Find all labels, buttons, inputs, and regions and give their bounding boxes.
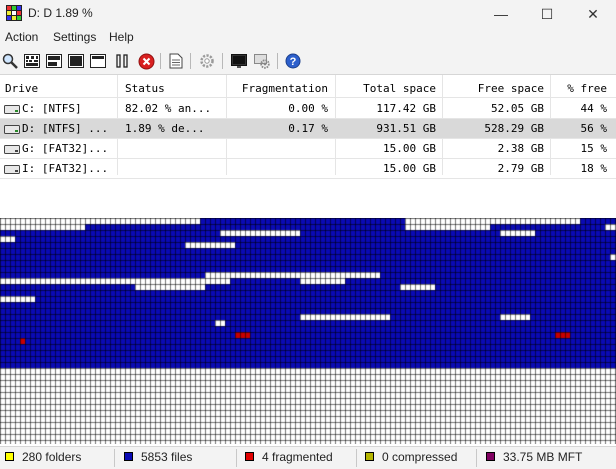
percent-free-cell: 15 %	[580, 142, 608, 155]
window-title: D: D 1.89 %	[28, 6, 93, 20]
menu-settings[interactable]: Settings	[53, 30, 96, 44]
status-folders: 280 folders	[5, 450, 81, 466]
column-header-percent-free[interactable]: % free	[567, 82, 607, 95]
status-cell: 1.89 % de...	[125, 122, 205, 135]
drive-table: Drive Status Fragmentation Total space F…	[0, 75, 616, 218]
compressed-legend-swatch	[365, 452, 374, 462]
column-header-free-space[interactable]: Free space	[478, 82, 544, 95]
hard-drive-icon	[4, 124, 20, 134]
status-folders-label: 280 folders	[22, 450, 82, 464]
quick-optimization-icon[interactable]	[44, 51, 64, 71]
column-header-status[interactable]: Status	[125, 82, 165, 95]
column-header-drive[interactable]: Drive	[5, 82, 38, 95]
free-space-cell: 2.38 GB	[497, 142, 544, 155]
status-cell: 82.02 % an...	[125, 102, 212, 115]
table-row[interactable]: I: [FAT32]... 15.00 GB 2.79 GB 18 %	[0, 159, 616, 178]
table-row-selected[interactable]: D: [NTFS] ... 1.89 % de... 0.17 % 931.51…	[0, 119, 616, 138]
toolbar-separator	[190, 53, 191, 69]
menu-help[interactable]: Help	[109, 30, 134, 44]
fragmented-legend-swatch	[245, 452, 254, 462]
free-space-cell: 52.05 GB	[491, 102, 544, 115]
percent-free-cell: 18 %	[580, 162, 608, 175]
drive-cell: D: [NTFS] ...	[4, 122, 108, 135]
drive-cell: C: [NTFS]	[4, 102, 82, 115]
folders-legend-swatch	[5, 452, 14, 462]
stop-icon[interactable]	[136, 51, 156, 71]
svg-text:?: ?	[290, 56, 297, 68]
boot-time-settings-icon[interactable]	[252, 51, 272, 71]
menu-action[interactable]: Action	[5, 30, 38, 44]
app-icon	[6, 5, 22, 21]
cluster-map-canvas	[0, 218, 616, 444]
settings-icon[interactable]	[197, 51, 217, 71]
analyze-icon[interactable]	[0, 51, 20, 71]
total-space-cell: 117.42 GB	[376, 102, 436, 115]
status-compressed: 0 compressed	[365, 450, 457, 466]
percent-free-cell: 56 %	[580, 122, 608, 135]
drive-name: G: [FAT32]...	[22, 142, 109, 155]
mft-optimization-icon[interactable]	[88, 51, 108, 71]
status-files-label: 5853 files	[141, 450, 193, 464]
mft-legend-swatch	[486, 452, 495, 462]
table-row[interactable]: G: [FAT32]... 15.00 GB 2.38 GB 15 %	[0, 139, 616, 158]
free-space-cell: 2.79 GB	[497, 162, 544, 175]
drive-name: C: [NTFS]	[22, 102, 82, 115]
status-bar: 280 folders 5853 files 4 fragmented 0 co…	[0, 446, 616, 469]
table-header: Drive Status Fragmentation Total space F…	[0, 79, 616, 98]
fragmentation-cell: 0.00 %	[288, 102, 328, 115]
total-space-cell: 15.00 GB	[383, 142, 436, 155]
percent-free-cell: 44 %	[580, 102, 608, 115]
drive-cell: I: [FAT32]...	[4, 162, 108, 175]
maximize-button[interactable]: ☐	[524, 0, 570, 28]
status-mft-label: 33.75 MB MFT	[503, 450, 583, 464]
status-compressed-label: 0 compressed	[382, 450, 458, 464]
defrag-icon[interactable]	[22, 51, 42, 71]
status-mft: 33.75 MB MFT	[486, 450, 582, 466]
boot-time-icon[interactable]	[229, 51, 249, 71]
toolbar-separator	[160, 53, 161, 69]
files-legend-swatch	[124, 452, 133, 462]
column-header-fragmentation[interactable]: Fragmentation	[242, 82, 328, 95]
help-icon[interactable]: ?	[283, 51, 303, 71]
status-fragmented-label: 4 fragmented	[262, 450, 333, 464]
cluster-map	[0, 218, 616, 444]
fragmentation-cell: 0.17 %	[288, 122, 328, 135]
drive-cell: G: [FAT32]...	[4, 142, 108, 155]
removable-drive-icon	[4, 164, 20, 174]
report-icon[interactable]	[166, 51, 186, 71]
total-space-cell: 15.00 GB	[383, 162, 436, 175]
column-header-total-space[interactable]: Total space	[363, 82, 436, 95]
menu-bar: Action Settings Help	[0, 28, 616, 48]
free-space-cell: 528.29 GB	[484, 122, 544, 135]
table-row[interactable]: C: [NTFS] 82.02 % an... 0.00 % 117.42 GB…	[0, 99, 616, 118]
toolbar-separator	[277, 53, 278, 69]
toolbar: ?	[0, 48, 616, 75]
total-space-cell: 931.51 GB	[376, 122, 436, 135]
toolbar-separator	[222, 53, 223, 69]
full-optimization-icon[interactable]	[66, 51, 86, 71]
minimize-button[interactable]: —	[478, 0, 524, 28]
hard-drive-icon	[4, 104, 20, 114]
drive-name: I: [FAT32]...	[22, 162, 109, 175]
close-button[interactable]: ✕	[570, 0, 616, 28]
status-fragmented: 4 fragmented	[245, 450, 333, 466]
pause-icon[interactable]	[112, 51, 132, 71]
status-files: 5853 files	[124, 450, 192, 466]
title-bar: D: D 1.89 % — ☐ ✕	[0, 0, 616, 28]
drive-name: D: [NTFS] ...	[22, 122, 109, 135]
removable-drive-icon	[4, 144, 20, 154]
